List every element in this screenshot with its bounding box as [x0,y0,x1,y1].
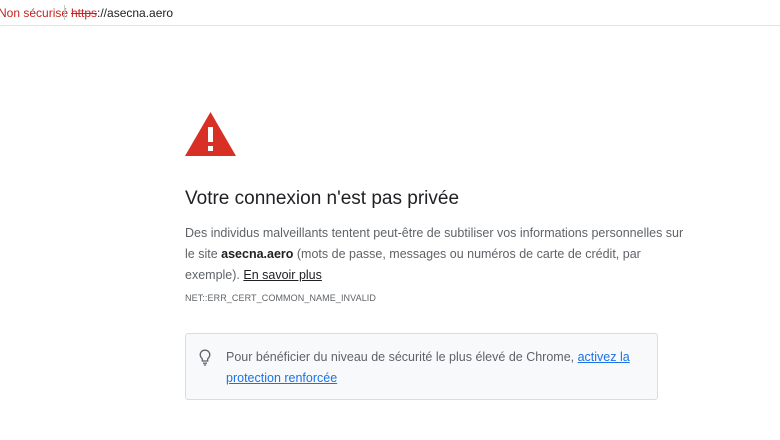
description-line-3: exemple). En savoir plus [185,265,665,286]
warning-triangle-icon [185,112,236,156]
lightbulb-icon [199,349,211,366]
error-code[interactable]: NET::ERR_CERT_COMMON_NAME_INVALID [185,293,376,303]
url-scheme: https [71,6,98,20]
enhanced-protection-link-part-1[interactable]: activez la [578,350,630,364]
page-title: Votre connexion n'est pas privée [185,188,460,209]
url-host: ://asecna.aero [97,6,174,20]
description-line-2: le site asecna.aero (mots de passe, mess… [185,244,665,265]
description-line-3-prefix: exemple). [185,268,244,282]
enhanced-protection-link-part-2[interactable]: protection renforcée [226,371,337,385]
tip-line-1: Pour bénéficier du niveau de sécurité le… [226,347,636,368]
tip-line-2: protection renforcée [226,368,636,389]
address-bar[interactable]: Non sécurisé https://asecna.aero [0,0,780,26]
address-bar-divider [64,5,65,20]
site-name: asecna.aero [221,247,294,261]
description-site-prefix: le site [185,247,222,261]
tip-message: Pour bénéficier du niveau de sécurité le… [226,350,578,364]
description-line-2-suffix: (mots de passe, messages ou numéros de c… [293,247,641,261]
enhanced-protection-tip: Pour bénéficier du niveau de sécurité le… [185,333,658,400]
tip-text: Pour bénéficier du niveau de sécurité le… [226,347,636,389]
not-secure-label[interactable]: Non sécurisé [0,6,68,20]
learn-more-link[interactable]: En savoir plus [243,268,322,282]
url-text[interactable]: https://asecna.aero [71,6,173,20]
description-line-1: Des individus malveillants tentent peut-… [185,226,684,240]
warning-description: Des individus malveillants tentent peut-… [185,223,684,286]
